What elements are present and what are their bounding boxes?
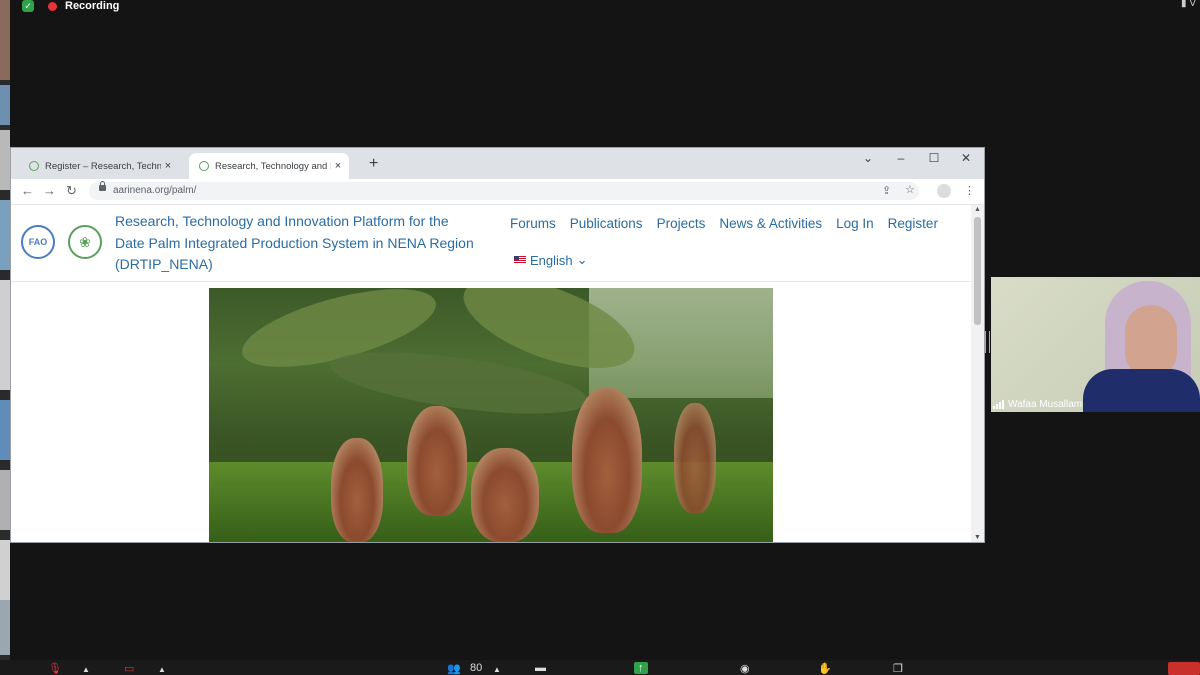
url-text: aarinena.org/palm/ bbox=[113, 185, 197, 196]
date-bunch-bag bbox=[674, 403, 716, 513]
tab-strip: Register – Research, Technology × Resear… bbox=[11, 148, 984, 179]
aarinena-logo-glyph: ❀ bbox=[79, 233, 91, 250]
chevron-up-icon[interactable]: ▲ bbox=[82, 665, 90, 674]
browser-toolbar: ← → ↻ aarinena.org/palm/ ⇪ ☆ ⋮ bbox=[11, 179, 984, 205]
nav-news-activities[interactable]: News & Activities bbox=[719, 216, 822, 231]
participant-face bbox=[1125, 305, 1177, 377]
page-scrollbar[interactable]: ▲ ▼ bbox=[971, 205, 984, 542]
browser-window: Register – Research, Technology × Resear… bbox=[10, 147, 985, 543]
date-bunch-bag bbox=[471, 448, 539, 542]
main-nav: Forums Publications Projects News & Acti… bbox=[510, 216, 938, 231]
nav-register[interactable]: Register bbox=[888, 216, 938, 231]
favicon-icon bbox=[29, 161, 39, 171]
date-bunch-bag bbox=[572, 388, 642, 533]
recording-label: Recording bbox=[65, 0, 120, 12]
scroll-up-icon[interactable]: ▲ bbox=[974, 206, 981, 213]
record-dot-icon bbox=[48, 1, 57, 11]
close-tab-icon[interactable]: × bbox=[161, 160, 175, 172]
chevron-down-icon: ⌄ bbox=[576, 252, 588, 267]
close-window-button[interactable]: ✕ bbox=[951, 151, 981, 165]
new-tab-button[interactable]: + bbox=[369, 155, 378, 173]
signal-strength-icon bbox=[993, 400, 1004, 409]
hero-image-date-palm bbox=[209, 288, 773, 542]
microphone-muted-icon[interactable]: 🎙 bbox=[48, 662, 62, 675]
panel-resize-handle[interactable] bbox=[985, 331, 990, 353]
tab-palm-platform[interactable]: Research, Technology and Innovat × bbox=[189, 153, 349, 179]
nav-publications[interactable]: Publications bbox=[570, 216, 643, 231]
chevron-up-icon[interactable]: ▲ bbox=[158, 665, 166, 674]
scrollbar-thumb[interactable] bbox=[974, 217, 981, 325]
end-meeting-button[interactable] bbox=[1168, 662, 1200, 675]
scroll-down-icon[interactable]: ▼ bbox=[974, 534, 981, 541]
participant-video-tile[interactable]: Wafaa Musallam bbox=[991, 277, 1200, 412]
forward-button[interactable]: → bbox=[43, 183, 56, 198]
participant-name-tag: Wafaa Musallam bbox=[993, 399, 1082, 410]
record-icon[interactable]: ◉ bbox=[740, 662, 750, 675]
raise-hand-icon[interactable]: ✋ bbox=[818, 662, 832, 675]
meeting-toolbar: 🎙 ▲ ▭ ▲ 👥 80 ▲ ▬ ↑ ◉ ✋ ❐ bbox=[0, 660, 1200, 675]
participants-icon[interactable]: 👥 bbox=[447, 662, 461, 675]
site-title-line: Research, Technology and Innovation Plat… bbox=[115, 213, 449, 229]
menu-icon[interactable]: ⋮ bbox=[964, 184, 975, 197]
video-muted-icon[interactable]: ▭ bbox=[124, 662, 134, 675]
nav-projects[interactable]: Projects bbox=[657, 216, 706, 231]
chevron-up-icon[interactable]: ▲ bbox=[493, 665, 501, 674]
participant-name: Wafaa Musallam bbox=[1008, 399, 1083, 410]
bookmark-star-icon[interactable]: ☆ bbox=[905, 183, 915, 196]
profile-avatar[interactable] bbox=[937, 184, 951, 198]
tab-title: Register – Research, Technology bbox=[45, 160, 161, 172]
view-button[interactable]: ▮ V bbox=[1181, 0, 1196, 9]
address-bar[interactable]: aarinena.org/palm/ ⇪ ☆ bbox=[89, 181, 919, 200]
shield-icon[interactable]: ✓ bbox=[22, 0, 34, 12]
tab-register[interactable]: Register – Research, Technology × bbox=[19, 153, 179, 179]
minimize-button[interactable]: – bbox=[886, 151, 916, 165]
tab-title: Research, Technology and Innovat bbox=[215, 160, 331, 172]
reload-button[interactable]: ↻ bbox=[66, 183, 77, 199]
view-label: V bbox=[1189, 0, 1196, 9]
share-icon[interactable]: ⇪ bbox=[882, 184, 891, 197]
chat-icon[interactable]: ▬ bbox=[535, 662, 546, 674]
us-flag-icon bbox=[514, 256, 526, 264]
aarinena-logo[interactable]: ❀ bbox=[68, 225, 102, 259]
back-button[interactable]: ← bbox=[21, 183, 34, 198]
participant-count: 80 bbox=[470, 662, 483, 674]
share-screen-icon[interactable]: ↑ bbox=[634, 662, 648, 674]
nav-forums[interactable]: Forums bbox=[510, 216, 556, 231]
apps-icon[interactable]: ❐ bbox=[893, 662, 903, 675]
fao-logo[interactable]: FAO bbox=[21, 225, 55, 259]
site-title-line: (DRTIP_NENA) bbox=[115, 256, 213, 272]
site-header: FAO ❀ Research, Technology and Innovatio… bbox=[11, 205, 971, 282]
participant-body bbox=[1083, 369, 1200, 412]
site-title-line: Date Palm Integrated Production System i… bbox=[115, 234, 474, 251]
maximize-button[interactable]: ☐ bbox=[919, 151, 949, 165]
nav-log-in[interactable]: Log In bbox=[836, 216, 874, 231]
favicon-icon bbox=[199, 161, 209, 171]
date-bunch-bag bbox=[407, 406, 467, 516]
date-bunch-bag bbox=[331, 438, 383, 542]
language-label: English bbox=[530, 252, 573, 268]
fao-logo-text: FAO bbox=[28, 237, 48, 247]
page-viewport: FAO ❀ Research, Technology and Innovatio… bbox=[11, 205, 971, 542]
lock-icon[interactable] bbox=[99, 181, 106, 191]
language-selector[interactable]: English ⌄ bbox=[514, 252, 588, 268]
gallery-strip bbox=[0, 0, 10, 660]
recording-indicator[interactable]: ✓ Recording bbox=[22, 0, 119, 12]
site-title[interactable]: Research, Technology and Innovation Plat… bbox=[115, 211, 490, 276]
close-tab-icon[interactable]: × bbox=[331, 160, 345, 172]
tab-search-icon[interactable]: ⌄ bbox=[853, 151, 883, 165]
